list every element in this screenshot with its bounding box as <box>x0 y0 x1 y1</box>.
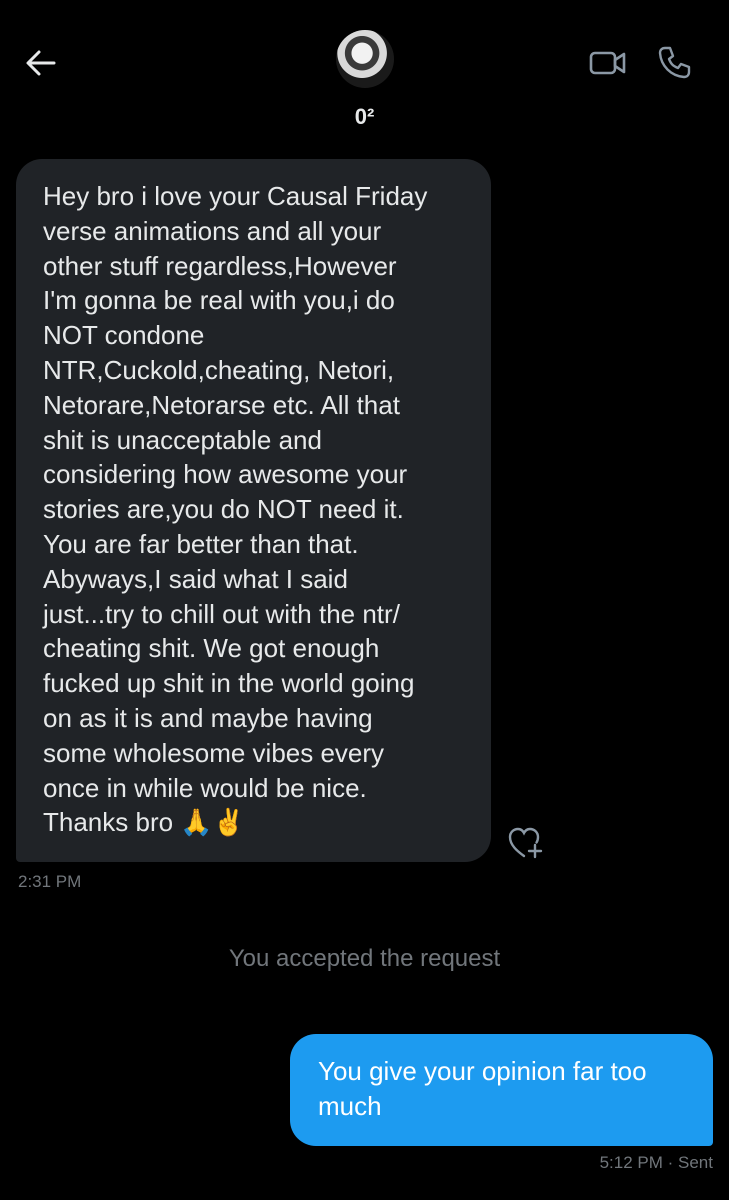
incoming-message-text: Hey bro i love your Causal Friday verse … <box>43 181 428 838</box>
outgoing-message-status: 5:12 PM · Sent <box>600 1153 713 1173</box>
phone-icon <box>658 46 691 79</box>
contact-name[interactable]: 0² <box>0 104 729 130</box>
incoming-message-timestamp: 2:31 PM <box>18 872 82 891</box>
video-call-button[interactable] <box>588 46 628 80</box>
outgoing-message-timestamp: 5:12 PM <box>599 1153 663 1172</box>
arrow-left-icon <box>26 50 56 76</box>
incoming-message-bubble[interactable]: Hey bro i love your Causal Friday verse … <box>16 159 491 862</box>
conversation-header: 0² <box>0 0 729 140</box>
heart-add-icon <box>508 827 543 859</box>
outgoing-message-bubble[interactable]: You give your opinion far too much <box>290 1034 713 1146</box>
outgoing-message-text: You give your opinion far too much <box>318 1056 647 1121</box>
status-separator: · <box>667 1153 679 1172</box>
request-accepted-notice: You accepted the request <box>228 945 501 972</box>
contact-avatar[interactable] <box>336 30 394 88</box>
react-button[interactable] <box>507 826 545 860</box>
delivery-status: Sent <box>678 1153 713 1172</box>
video-camera-icon <box>589 51 626 75</box>
back-button[interactable] <box>24 46 58 80</box>
voice-call-button[interactable] <box>656 44 692 80</box>
